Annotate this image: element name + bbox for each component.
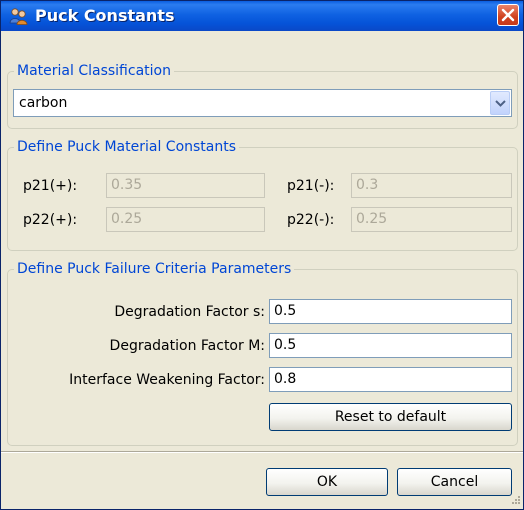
people-icon bbox=[9, 8, 28, 25]
interface-weakening-field[interactable]: 0.8 bbox=[269, 367, 512, 392]
p22-minus-field[interactable]: 0.25 bbox=[351, 207, 512, 232]
dialog-title: Puck Constants bbox=[35, 6, 175, 25]
material-constants-group: Define Puck Material Constants bbox=[7, 138, 518, 251]
footer-separator bbox=[1, 451, 523, 453]
p22-plus-field[interactable]: 0.25 bbox=[106, 207, 265, 232]
close-icon bbox=[501, 8, 515, 22]
material-classification-select[interactable]: carbon bbox=[13, 89, 512, 117]
p22-minus-label: p22(-): bbox=[287, 212, 335, 228]
title-bar[interactable]: Puck Constants bbox=[1, 1, 523, 31]
p21-minus-field[interactable]: 0.3 bbox=[351, 173, 512, 198]
p21-plus-field[interactable]: 0.35 bbox=[106, 173, 265, 198]
degradation-s-field[interactable]: 0.5 bbox=[269, 299, 512, 324]
close-button[interactable] bbox=[497, 4, 519, 26]
degradation-m-field[interactable]: 0.5 bbox=[269, 333, 512, 358]
p21-plus-label: p21(+): bbox=[23, 178, 78, 194]
p21-minus-label: p21(-): bbox=[287, 178, 335, 194]
material-classification-value: carbon bbox=[19, 95, 68, 111]
resize-grip-icon[interactable] bbox=[509, 495, 521, 507]
degradation-s-label: Degradation Factor s: bbox=[114, 304, 265, 320]
p22-plus-label: p22(+): bbox=[23, 212, 78, 228]
material-classification-legend: Material Classification bbox=[14, 62, 174, 80]
puck-constants-dialog: Puck Constants Material Classification c… bbox=[0, 0, 524, 510]
material-constants-legend: Define Puck Material Constants bbox=[14, 138, 240, 156]
failure-criteria-legend: Define Puck Failure Criteria Parameters bbox=[14, 260, 295, 278]
interface-weakening-label: Interface Weakening Factor: bbox=[69, 372, 265, 388]
chevron-down-icon bbox=[495, 100, 506, 107]
dropdown-button[interactable] bbox=[490, 91, 510, 115]
ok-button[interactable]: OK bbox=[266, 468, 388, 496]
reset-to-default-button[interactable]: Reset to default bbox=[269, 403, 512, 431]
degradation-m-label: Degradation Factor M: bbox=[109, 338, 265, 354]
cancel-button[interactable]: Cancel bbox=[397, 468, 512, 496]
